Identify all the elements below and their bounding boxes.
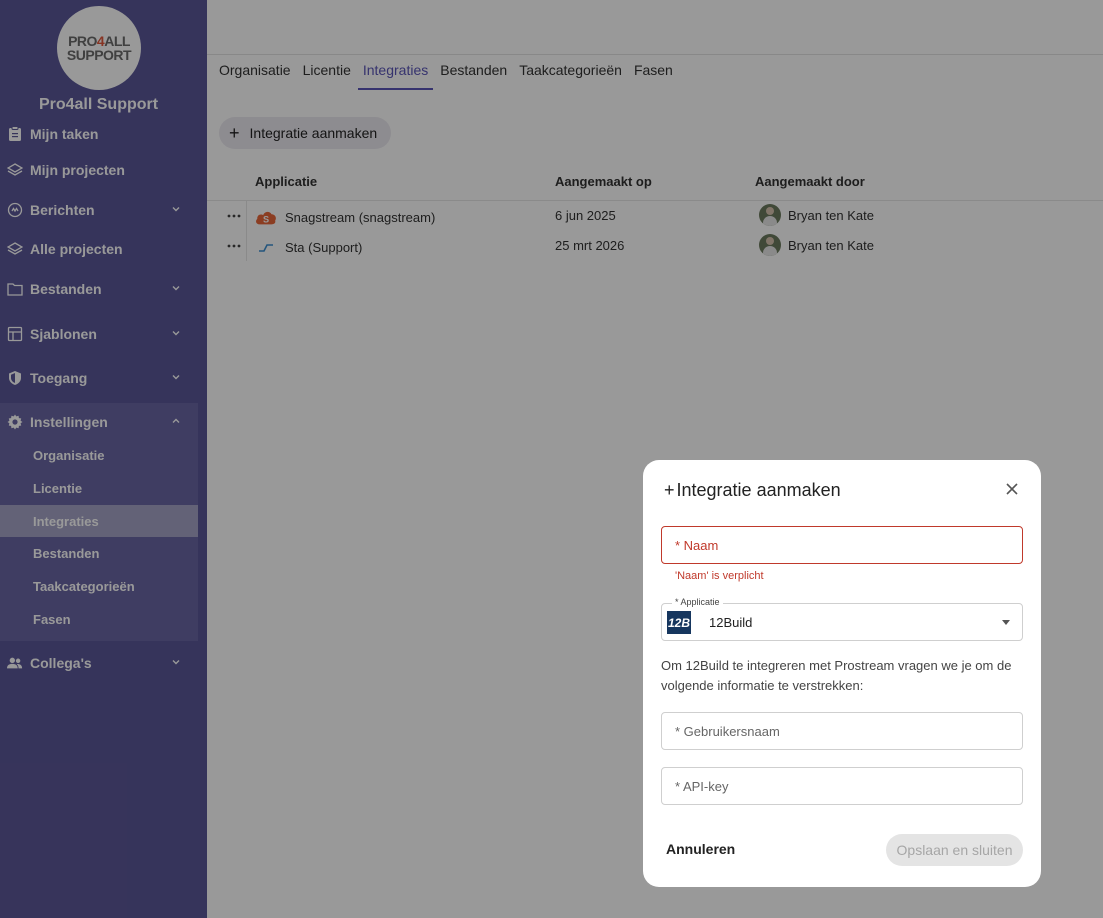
12build-logo: 12B (667, 611, 691, 634)
name-error-message: 'Naam' is verplicht (675, 570, 764, 582)
plus-icon: + (664, 480, 675, 500)
name-field (661, 526, 1023, 564)
cancel-button[interactable]: Annuleren (666, 841, 735, 857)
username-field (661, 712, 1023, 750)
application-select-value: 12Build (709, 615, 753, 630)
close-icon[interactable] (1003, 480, 1021, 498)
dropdown-arrow-icon (1002, 620, 1010, 625)
username-input[interactable] (662, 713, 1022, 749)
save-and-close-button[interactable]: Opslaan en sluiten (886, 834, 1023, 866)
dialog-title: + Integratie aanmaken (664, 480, 841, 500)
name-input[interactable] (662, 527, 1022, 563)
application-select[interactable]: * Applicatie 12B 12Build (661, 597, 1023, 641)
apikey-input[interactable] (662, 768, 1022, 804)
application-select-label: * Applicatie (672, 597, 723, 607)
integration-description: Om 12Build te integreren met Prostream v… (661, 658, 1012, 693)
create-integration-dialog: + Integratie aanmaken 'Naam' is verplich… (643, 460, 1041, 887)
apikey-field (661, 767, 1023, 805)
